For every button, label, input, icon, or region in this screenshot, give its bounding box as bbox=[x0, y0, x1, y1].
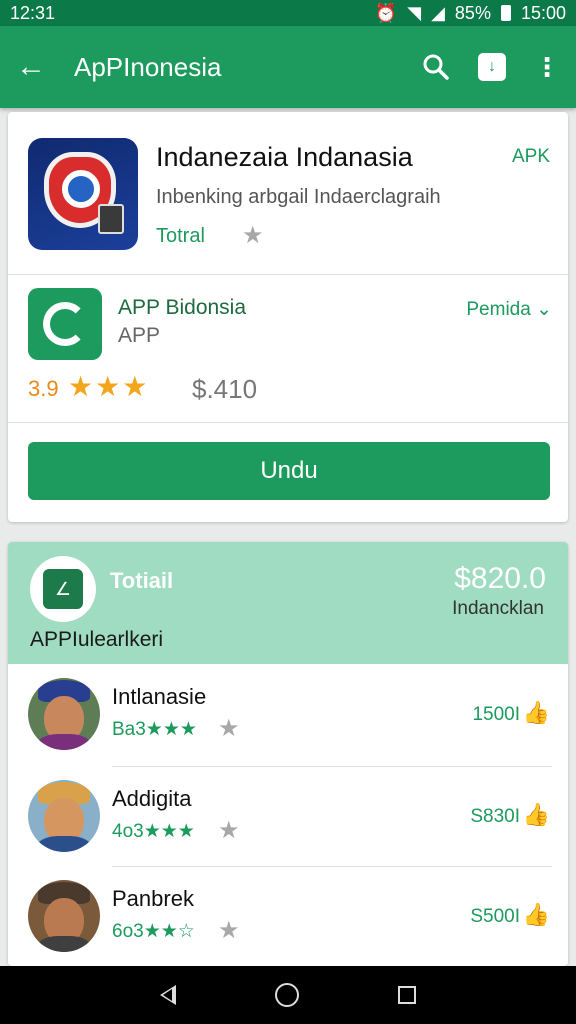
entry-rating: Ba3★★★ bbox=[112, 719, 197, 740]
list-item[interactable]: Panbrek 6o3★★☆ ★ S500I 👍 bbox=[8, 870, 568, 966]
app-bar-actions: ↓ ⋮ bbox=[422, 53, 560, 81]
angle-icon: ∠ bbox=[43, 569, 83, 609]
nav-home-icon[interactable] bbox=[274, 983, 299, 1007]
status-time: 12:31 bbox=[10, 2, 56, 23]
more-vert-icon[interactable]: ⋮ bbox=[534, 54, 560, 80]
summary-sub-label: Indancklan bbox=[452, 598, 544, 619]
entry-name: Panbrek bbox=[112, 886, 194, 911]
apk-badge: APK bbox=[511, 146, 550, 167]
entry-amount: 1500I bbox=[472, 704, 520, 725]
entry-name: Intlanasie bbox=[112, 684, 207, 709]
search-icon[interactable] bbox=[422, 53, 450, 81]
publisher-name[interactable]: APP Bidonsia bbox=[118, 296, 246, 320]
entry-amount: S500I bbox=[470, 906, 520, 927]
avatar bbox=[28, 678, 100, 750]
app-price: $.410 bbox=[192, 374, 258, 404]
publisher-dropdown[interactable]: Pemida ⌄ bbox=[466, 298, 552, 321]
star-icon: ★ bbox=[218, 917, 240, 944]
app-card: Indanezaia Indanasia APK Inbenking arbga… bbox=[8, 112, 568, 522]
summary-badge: ∠ bbox=[30, 556, 96, 622]
star-icon: ★ bbox=[242, 222, 264, 249]
battery-icon bbox=[500, 5, 511, 21]
status-clock: 15:00 bbox=[520, 2, 566, 23]
app-subtitle: Inbenking arbgail Indaerclagraih bbox=[156, 186, 441, 208]
navigation-bar bbox=[0, 966, 576, 1024]
divider bbox=[112, 866, 552, 867]
summary-caption: APPIulearlkeri bbox=[30, 628, 164, 651]
list-item[interactable]: Intlanasie Ba3★★★ ★ 1500I 👍 bbox=[8, 668, 568, 768]
divider bbox=[112, 766, 552, 767]
nav-recent-icon[interactable] bbox=[398, 986, 417, 1004]
status-bar: 12:31 ⏰ ◥ ◢ 85% 15:00 bbox=[0, 0, 576, 26]
summary-header: ∠ Totiail $820.0 Indancklan APPIulearlke… bbox=[8, 542, 568, 664]
publisher-type: APP bbox=[118, 324, 161, 347]
list-item[interactable]: Addigita 4o3★★★ ★ S830I 👍 bbox=[8, 770, 568, 870]
app-bar: ← ApPInonesia ↓ ⋮ bbox=[0, 26, 576, 108]
rating-value: 3.9 bbox=[28, 376, 59, 401]
entry-name: Addigita bbox=[112, 786, 192, 811]
divider bbox=[8, 274, 568, 275]
divider bbox=[8, 422, 568, 423]
download-button[interactable]: Undu bbox=[28, 442, 550, 500]
status-icons: ⏰ ◥ ◢ 85% 15:00 bbox=[375, 3, 566, 24]
entry-rating: 4o3★★★ bbox=[112, 821, 195, 842]
summary-amount: $820.0 bbox=[454, 562, 546, 595]
alarm-icon: ⏰ bbox=[374, 2, 398, 23]
wifi-icon: ◥ bbox=[407, 2, 422, 23]
arrow-left-icon[interactable]: ← bbox=[16, 52, 46, 82]
thumb-icon[interactable]: 👍 bbox=[523, 802, 550, 828]
star-icon: ★ bbox=[218, 817, 240, 844]
thumb-icon[interactable]: 👍 bbox=[523, 902, 550, 928]
summary-card: ∠ Totiail $820.0 Indancklan APPIulearlke… bbox=[8, 542, 568, 966]
entry-amount: S830I bbox=[470, 806, 520, 827]
signal-icon: ◢ bbox=[431, 2, 445, 23]
battery-percent: 85% bbox=[454, 2, 491, 23]
summary-total-label: Totiail bbox=[110, 568, 174, 593]
entry-rating: 6o3★★☆ bbox=[112, 921, 195, 942]
publisher-logo-icon[interactable] bbox=[28, 288, 102, 360]
download-icon[interactable]: ↓ bbox=[478, 53, 506, 81]
avatar bbox=[28, 880, 100, 952]
avatar bbox=[28, 780, 100, 852]
total-label: Totral bbox=[156, 225, 205, 247]
nav-back-icon[interactable] bbox=[159, 985, 176, 1005]
rating-stars: ★★★ bbox=[68, 371, 150, 402]
app-bar-title: ApPInonesia bbox=[74, 51, 222, 82]
star-icon: ★ bbox=[218, 715, 240, 742]
thumb-icon[interactable]: 👍 bbox=[523, 700, 550, 726]
app-logo-icon[interactable] bbox=[28, 138, 138, 250]
app-title: Indanezaia Indanasia bbox=[156, 142, 413, 172]
